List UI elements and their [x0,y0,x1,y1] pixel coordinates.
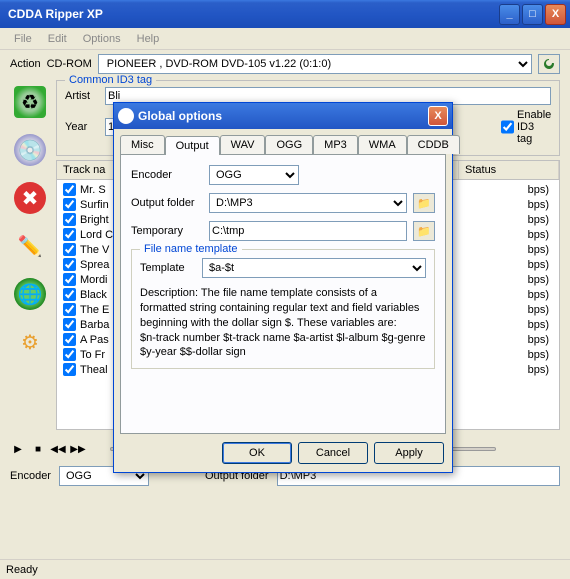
year-label: Year [65,121,99,133]
track-checkbox[interactable] [63,333,76,346]
menu-options[interactable]: Options [75,31,129,47]
action-label: Action [10,58,41,70]
track-bitrate: bps) [528,229,555,241]
folder-icon: 📁 [417,197,431,210]
folder-icon: 📁 [417,225,431,238]
col-status[interactable]: Status [459,161,559,179]
dialog-close-button[interactable]: X [428,106,448,126]
track-checkbox[interactable] [63,228,76,241]
track-bitrate: bps) [528,304,555,316]
track-bitrate: bps) [528,184,555,196]
track-checkbox[interactable] [63,348,76,361]
track-checkbox[interactable] [63,363,76,376]
apply-button[interactable]: Apply [374,442,444,464]
track-checkbox[interactable] [63,243,76,256]
minimize-button[interactable]: _ [499,4,520,25]
dlg-temp-label: Temporary [131,225,203,237]
next-button[interactable]: ▶▶ [70,442,86,456]
edit-icon[interactable]: ✏️ [14,230,46,262]
template-select[interactable]: $a-$t [202,258,426,278]
main-titlebar: CDDA Ripper XP _ □ X [0,0,570,28]
template-legend: File name template [140,243,242,255]
dlg-output-label: Output folder [131,197,203,209]
menu-help[interactable]: Help [129,31,168,47]
globe-icon[interactable]: 🌐 [14,278,46,310]
tab-panel-output: Encoder OGG Output folder D:\MP3 📁 Tempo… [120,154,446,434]
track-checkbox[interactable] [63,258,76,271]
dlg-temp-input[interactable] [209,221,407,241]
dialog-icon: ⚙ [118,108,134,124]
ok-button[interactable]: OK [222,442,292,464]
tab-strip: MiscOutputWAVOGGMP3WMACDDB [114,129,452,154]
rip-icon[interactable]: ♻ [14,86,46,118]
track-bitrate: bps) [528,289,555,301]
browse-temp-button[interactable]: 📁 [413,221,435,241]
disc-icon[interactable]: 💿 [14,134,46,166]
tab-cddb[interactable]: CDDB [407,135,460,154]
tab-wav[interactable]: WAV [220,135,266,154]
track-bitrate: bps) [528,244,555,256]
stop-icon[interactable]: ✖ [14,182,46,214]
refresh-icon [542,57,556,71]
track-bitrate: bps) [528,349,555,361]
maximize-button[interactable]: □ [522,4,543,25]
dialog-buttons: OK Cancel Apply [114,434,452,472]
track-bitrate: bps) [528,364,555,376]
tab-ogg[interactable]: OGG [265,135,313,154]
tab-wma[interactable]: WMA [358,135,407,154]
track-checkbox[interactable] [63,198,76,211]
global-options-dialog: ⚙ Global options X MiscOutputWAVOGGMP3WM… [113,102,453,473]
status-bar: Ready [0,559,570,579]
enable-id3-label: Enable ID3 tag [517,109,551,145]
dialog-titlebar[interactable]: ⚙ Global options X [114,103,452,129]
menu-file[interactable]: File [6,31,40,47]
track-bitrate: bps) [528,214,555,226]
settings-icon[interactable]: ⚙ [14,326,46,358]
tab-output[interactable]: Output [165,136,220,155]
sidebar: ♻ 💿 ✖ ✏️ 🌐 ⚙ [10,80,50,430]
prev-button[interactable]: ◀◀ [50,442,66,456]
dlg-output-select[interactable]: D:\MP3 [209,193,407,213]
track-bitrate: bps) [528,319,555,331]
track-checkbox[interactable] [63,213,76,226]
status-text: Ready [6,564,38,576]
close-button[interactable]: X [545,4,566,25]
cdrom-select[interactable]: PIONEER , DVD-ROM DVD-105 v1.22 (0:1:0) [98,54,532,74]
menu-edit[interactable]: Edit [40,31,75,47]
encoder-label-bottom: Encoder [10,470,51,482]
stop-button[interactable]: ■ [30,442,46,456]
menu-bar: File Edit Options Help [0,28,570,50]
track-checkbox[interactable] [63,288,76,301]
track-bitrate: bps) [528,274,555,286]
track-checkbox[interactable] [63,318,76,331]
track-checkbox[interactable] [63,273,76,286]
tab-mp3[interactable]: MP3 [313,135,358,154]
window-title: CDDA Ripper XP [4,7,497,21]
track-checkbox[interactable] [63,303,76,316]
artist-label: Artist [65,90,99,102]
track-bitrate: bps) [528,259,555,271]
play-button[interactable]: ▶ [10,442,26,456]
template-label: Template [140,262,196,274]
cdrom-label: CD-ROM [47,58,92,70]
track-bitrate: bps) [528,334,555,346]
id3-legend: Common ID3 tag [65,74,156,86]
refresh-button[interactable] [538,54,560,74]
track-bitrate: bps) [528,199,555,211]
tab-misc[interactable]: Misc [120,135,165,154]
dialog-title: Global options [138,109,428,123]
track-checkbox[interactable] [63,183,76,196]
cancel-button[interactable]: Cancel [298,442,368,464]
enable-id3-checkbox[interactable] [501,118,514,136]
dlg-encoder-select[interactable]: OGG [209,165,299,185]
dlg-encoder-label: Encoder [131,169,203,181]
browse-output-button[interactable]: 📁 [413,193,435,213]
template-fieldset: File name template Template $a-$t Descri… [131,249,435,369]
template-description: Description: The file name template cons… [140,286,426,360]
